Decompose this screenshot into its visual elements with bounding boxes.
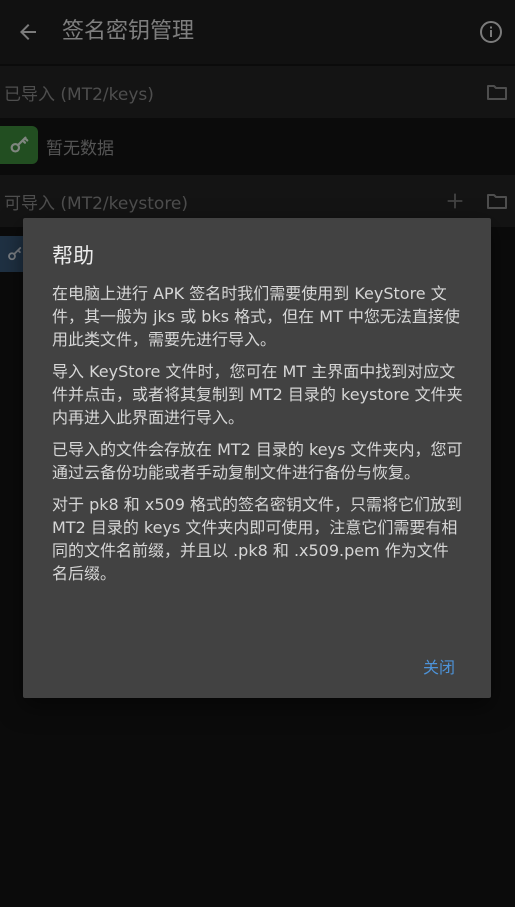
dialog-body: 在电脑上进行 APK 签名时我们需要使用到 KeyStore 文件，其一般为 j… <box>52 282 464 594</box>
close-button[interactable]: 关闭 <box>421 650 457 682</box>
help-dialog: 帮助 在电脑上进行 APK 签名时我们需要使用到 KeyStore 文件，其一般… <box>23 218 491 698</box>
help-paragraph: 对于 pk8 和 x509 格式的签名密钥文件，只需将它们放到 MT2 目录的 … <box>52 495 462 583</box>
dialog-title: 帮助 <box>52 244 94 268</box>
help-paragraph: 导入 KeyStore 文件时，您可在 MT 主界面中找到对应文件并点击，或者将… <box>52 362 463 427</box>
help-paragraph: 已导入的文件会存放在 MT2 目录的 keys 文件夹内，您可通过云备份功能或者… <box>52 440 463 482</box>
help-paragraph: 在电脑上进行 APK 签名时我们需要使用到 KeyStore 文件，其一般为 j… <box>52 284 460 349</box>
